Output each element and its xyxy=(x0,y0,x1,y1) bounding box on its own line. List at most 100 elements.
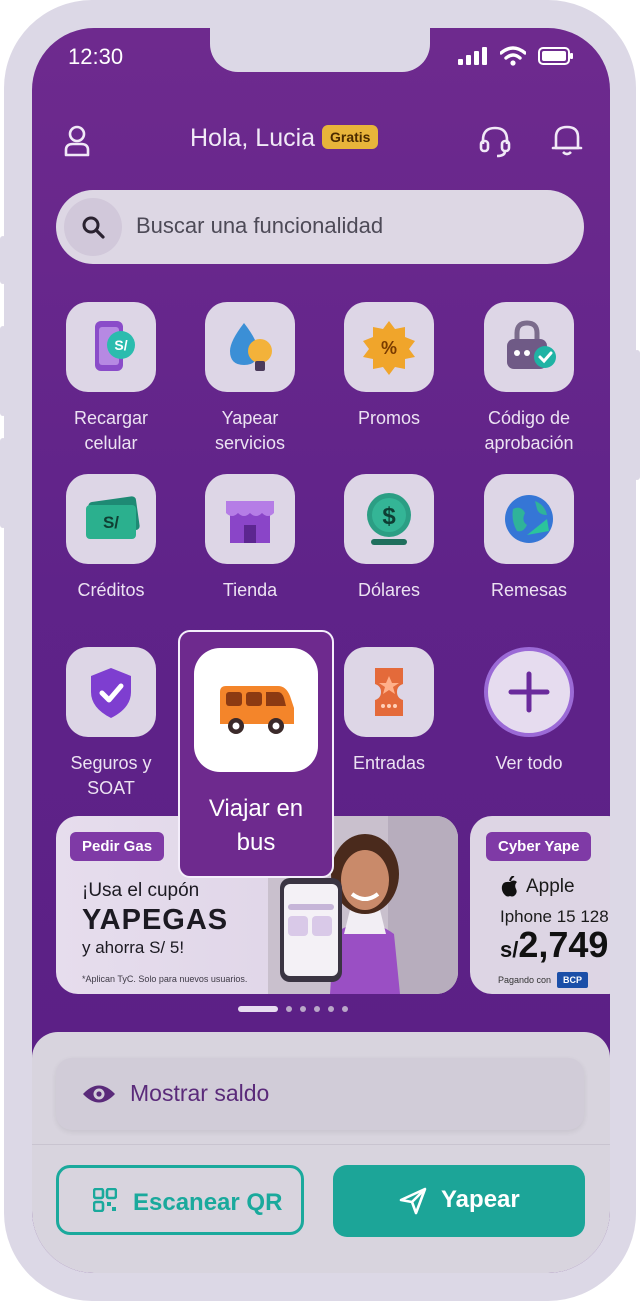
price: s/2,749 xyxy=(500,924,609,965)
ver-todo-button xyxy=(484,647,574,737)
grid-item-creditos[interactable]: S/ Créditos xyxy=(46,474,176,603)
top-bar: Hola, Lucia Gratis xyxy=(32,120,610,164)
lock-check-icon xyxy=(507,320,556,369)
tile xyxy=(344,647,434,737)
banner-footnote: *Aplican TyC. Solo para nuevos usuarios. xyxy=(82,974,248,984)
tile-label: Promos xyxy=(357,408,420,428)
banner-tag: Cyber Yape xyxy=(486,832,592,861)
qr-icon xyxy=(93,1188,117,1212)
tile xyxy=(205,302,295,392)
battery-icon xyxy=(538,47,573,65)
tile-label: Entradas xyxy=(352,753,426,773)
yapear-label: Yapear xyxy=(441,1186,520,1213)
tile-label: Tienda xyxy=(222,580,278,600)
search-icon xyxy=(82,216,105,239)
tile: $ xyxy=(344,474,434,564)
tile-label: Recargar celular xyxy=(73,408,149,453)
carousel-dot-active[interactable] xyxy=(238,1006,278,1012)
search-placeholder: Buscar una funcionalidad xyxy=(136,213,384,238)
banner-tag: Pedir Gas xyxy=(70,832,165,861)
bell-icon[interactable] xyxy=(550,122,584,158)
grid-item-viajar-en-bus[interactable]: Viajar en bus xyxy=(178,630,334,878)
banner-line2: YAPEGAS xyxy=(82,904,229,936)
tile-label: Ver todo xyxy=(495,753,563,773)
bcp-card: BCP xyxy=(557,972,589,988)
banner-line3: y ahorra S/ 5! xyxy=(82,938,185,957)
eye-icon xyxy=(83,1085,115,1103)
water-bulb-icon xyxy=(230,323,272,371)
carousel-dot[interactable] xyxy=(328,1006,334,1012)
grid-item-ver-todo[interactable]: Ver todo xyxy=(464,647,594,776)
grid-item-tienda[interactable]: Tienda xyxy=(185,474,315,603)
side-button xyxy=(0,236,6,284)
profile-icon[interactable] xyxy=(60,124,94,158)
bus-icon xyxy=(220,686,294,734)
brand-label: Apple xyxy=(526,876,575,897)
tile-label: Remesas xyxy=(490,580,568,600)
banner-line1: ¡Usa el cupón xyxy=(82,880,200,901)
grid-item-recargar-celular[interactable]: S/ Recargar celular xyxy=(46,302,176,456)
carousel-dot[interactable] xyxy=(286,1006,292,1012)
grid-item-yapear-servicios[interactable]: Yapear servicios xyxy=(185,302,315,456)
tile xyxy=(205,474,295,564)
notch xyxy=(210,28,430,72)
plus-icon xyxy=(508,671,550,713)
tile: S/ xyxy=(66,302,156,392)
grid-item-entradas[interactable]: Entradas xyxy=(324,647,454,776)
phone-recharge-icon: S/ xyxy=(95,321,135,371)
side-button xyxy=(634,350,640,480)
highlight-label: Viajar en bus xyxy=(208,795,304,856)
side-button xyxy=(0,326,6,416)
svg-text:$: $ xyxy=(382,503,396,530)
carousel-dot[interactable] xyxy=(342,1006,348,1012)
apple-brand: Apple xyxy=(500,876,575,898)
money-bill-icon: S/ xyxy=(86,496,140,539)
apple-icon xyxy=(501,876,517,897)
tile xyxy=(66,647,156,737)
highlight-tile xyxy=(194,648,318,772)
ticket-icon xyxy=(375,668,403,716)
promo-banner-cyber[interactable]: Cyber Yape Apple Iphone 15 128 s/2,749 P… xyxy=(470,816,610,994)
tile: % xyxy=(344,302,434,392)
plan-badge: Gratis xyxy=(322,125,379,149)
tile xyxy=(484,474,574,564)
tile: S/ xyxy=(66,474,156,564)
show-balance-button[interactable]: Mostrar saldo xyxy=(56,1058,584,1130)
greeting-text: Hola, Lucia xyxy=(190,124,316,152)
signal-icon xyxy=(458,47,487,65)
store-icon xyxy=(226,501,274,543)
grid-item-promos[interactable]: % Promos xyxy=(324,302,454,431)
grid-item-remesas[interactable]: Remesas xyxy=(464,474,594,603)
globe-arrow-icon xyxy=(505,495,553,543)
app-screen: 12:30 Hola, Lucia Gratis Buscar una func… xyxy=(32,28,610,1273)
scan-qr-button[interactable]: Escanear QR xyxy=(56,1165,304,1235)
tile xyxy=(484,302,574,392)
bottom-panel: Mostrar saldo Escanear QR Yapear xyxy=(32,1032,610,1273)
tile-label: Créditos xyxy=(77,580,145,600)
tile-label: Seguros y SOAT xyxy=(70,753,152,798)
headset-icon[interactable] xyxy=(478,124,512,158)
carousel-dots xyxy=(238,1006,348,1012)
tile-label: Yapear servicios xyxy=(214,408,285,453)
svg-text:S/: S/ xyxy=(103,513,119,532)
status-icons xyxy=(458,46,574,66)
grid-item-dolares[interactable]: $ Dólares xyxy=(324,474,454,603)
dollar-coin-icon: $ xyxy=(367,493,411,545)
scan-qr-label: Escanear QR xyxy=(133,1189,283,1216)
status-time: 12:30 xyxy=(68,44,124,69)
wifi-icon xyxy=(500,46,526,66)
shield-check-icon xyxy=(91,668,131,718)
send-icon xyxy=(399,1187,427,1215)
tile-label: Dólares xyxy=(357,580,421,600)
grid-item-seguros-soat[interactable]: Seguros y SOAT xyxy=(46,647,176,801)
svg-text:%: % xyxy=(381,338,397,358)
search-input[interactable]: Buscar una funcionalidad xyxy=(56,190,584,264)
promo-badge-icon: % xyxy=(363,321,415,375)
grid-item-codigo-aprobacion[interactable]: Código de aprobación xyxy=(464,302,594,456)
tile-label: Código de aprobación xyxy=(484,408,574,453)
divider xyxy=(32,1144,610,1145)
carousel-dot[interactable] xyxy=(314,1006,320,1012)
carousel-dot[interactable] xyxy=(300,1006,306,1012)
yapear-button[interactable]: Yapear xyxy=(333,1165,585,1237)
side-button xyxy=(0,438,6,528)
